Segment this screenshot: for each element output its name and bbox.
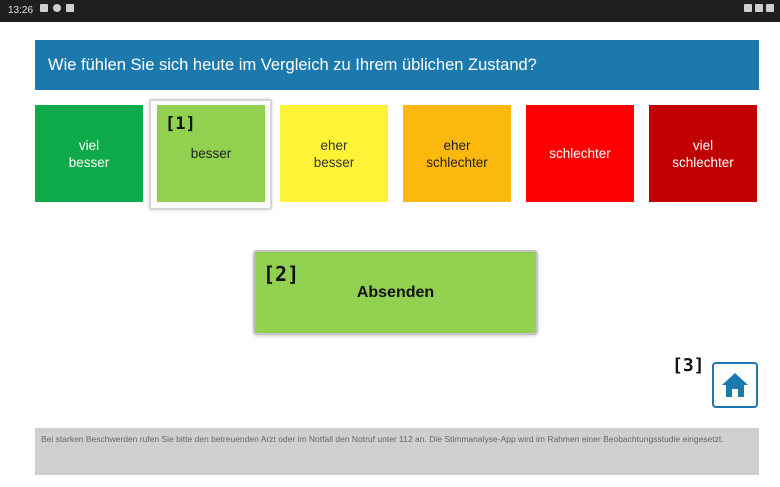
- option-label: viel schlechter: [672, 137, 734, 170]
- mute-icon: [744, 4, 752, 12]
- option-schlechter[interactable]: schlechter: [526, 105, 634, 202]
- system-icons: [744, 4, 774, 12]
- play-icon: [66, 4, 74, 12]
- option-label: eher schlechter: [426, 137, 488, 170]
- wifi-icon: [755, 4, 763, 12]
- annotation-tag-3: [3]: [672, 355, 705, 376]
- option-viel-schlechter[interactable]: viel schlechter: [649, 105, 757, 202]
- option-label: eher besser: [313, 137, 355, 170]
- option-eher-besser[interactable]: eher besser: [280, 105, 388, 202]
- home-icon: [722, 373, 748, 397]
- option-label: schlechter: [549, 146, 611, 161]
- question-header: Wie fühlen Sie sich heute im Vergleich z…: [35, 40, 759, 90]
- option-label: viel besser: [68, 137, 110, 170]
- annotation-tag-1: [1]: [165, 114, 196, 134]
- image-icon: [40, 4, 48, 12]
- question-text: Wie fühlen Sie sich heute im Vergleich z…: [48, 55, 537, 74]
- home-button[interactable]: [712, 362, 758, 408]
- option-viel-besser[interactable]: viel besser: [35, 105, 143, 202]
- annotation-tag-2: [2]: [263, 262, 300, 286]
- battery-icon: [766, 4, 774, 12]
- settings-icon: [53, 4, 61, 12]
- notification-icons: [40, 4, 74, 12]
- option-eher-schlechter[interactable]: eher schlechter: [403, 105, 511, 202]
- footer-disclaimer: Bei starken Beschwerden rufen Sie bitte …: [35, 428, 759, 475]
- status-time: 13:26: [8, 5, 34, 16]
- submit-label: Absenden: [356, 283, 435, 301]
- footer-text: Bei starken Beschwerden rufen Sie bitte …: [41, 434, 724, 444]
- option-label: besser: [190, 146, 232, 161]
- status-bar: 13:26: [0, 0, 780, 22]
